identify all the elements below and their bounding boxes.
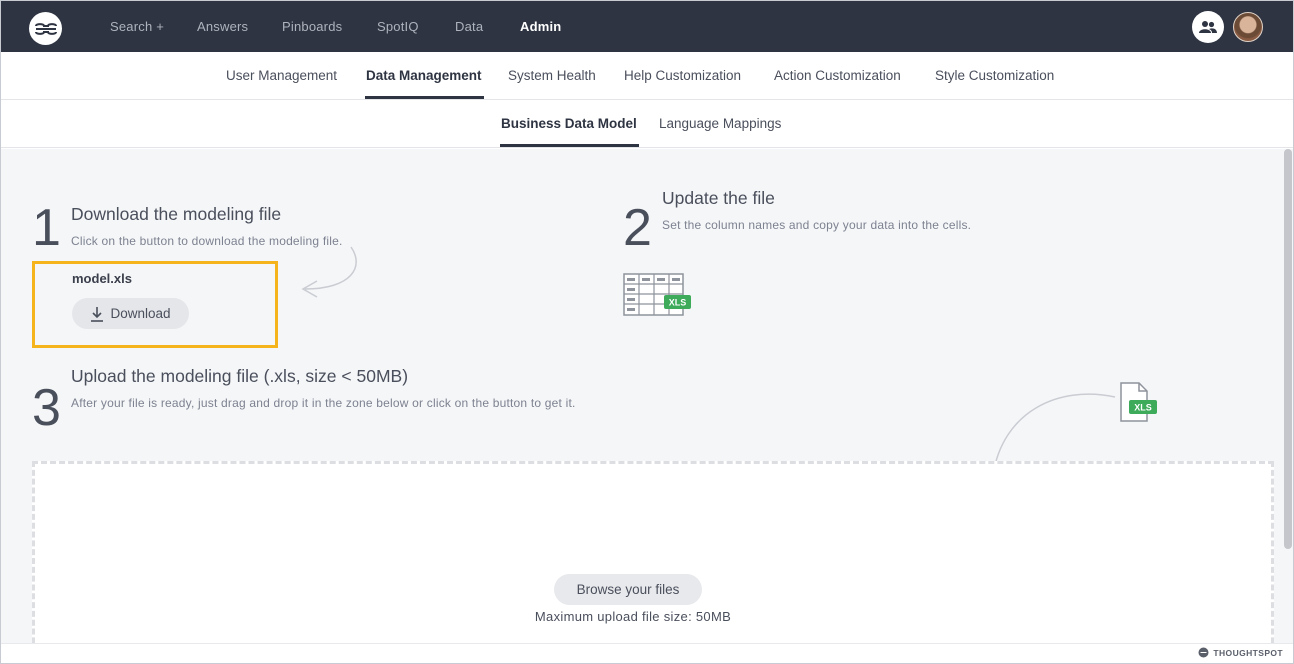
xls-badge: XLS [1134, 403, 1152, 413]
admin-tabs: User Management Data Management System H… [1, 52, 1293, 100]
upload-dropzone[interactable] [32, 461, 1274, 661]
xls-badge: XLS [669, 298, 687, 308]
model-file-name: model.xls [72, 271, 132, 286]
step-1-number: 1 [32, 199, 61, 257]
brand-label: THOUGHTSPOT [1213, 647, 1283, 658]
nav-answers[interactable]: Answers [197, 19, 248, 34]
download-button[interactable]: Download [72, 298, 189, 329]
tab-business-data-model[interactable]: Business Data Model [500, 116, 639, 147]
tab-system-health[interactable]: System Health [508, 68, 596, 83]
app-window: Search + Answers Pinboards SpotIQ Data A… [0, 0, 1294, 664]
nav-search[interactable]: Search + [110, 19, 164, 34]
active-tab-indicator [500, 144, 639, 147]
step-1-title: Download the modeling file [71, 204, 282, 224]
step-2-number: 2 [623, 199, 652, 257]
tab-label: Help Customization [624, 68, 742, 83]
top-nav: Search + Answers Pinboards SpotIQ Data A… [1, 1, 1293, 53]
tab-label: Data Management [366, 68, 482, 83]
thoughtspot-mini-logo-icon [1198, 647, 1209, 658]
max-upload-size-text: Maximum upload file size: 50MB [534, 609, 732, 624]
tab-label: Business Data Model [501, 116, 637, 131]
people-icon[interactable] [1192, 11, 1224, 43]
tab-help-customization[interactable]: Help Customization [624, 68, 741, 83]
active-tab-indicator [365, 96, 484, 99]
user-avatar[interactable] [1233, 12, 1263, 42]
tab-label: Style Customization [935, 68, 1055, 83]
thoughtspot-brand: THOUGHTSPOT [1198, 647, 1283, 658]
tab-style-customization[interactable]: Style Customization [935, 68, 1054, 83]
nav-pinboards[interactable]: Pinboards [282, 19, 342, 34]
browse-files-button[interactable]: Browse your files [554, 574, 702, 605]
step-2-title: Update the file [662, 188, 775, 208]
step-2-description: Set the column names and copy your data … [662, 218, 972, 232]
tab-label: User Management [226, 68, 338, 83]
tab-user-management[interactable]: User Management [226, 68, 337, 83]
thoughtspot-logo[interactable] [29, 12, 62, 45]
xls-file-icon: XLS [1120, 382, 1157, 422]
nav-admin[interactable]: Admin [520, 19, 562, 53]
curved-arrow-icon [301, 246, 357, 298]
step-3-description: After your file is ready, just drag and … [71, 396, 576, 410]
tab-action-customization[interactable]: Action Customization [774, 68, 901, 83]
step-3-number: 3 [32, 379, 61, 437]
nav-data[interactable]: Data [455, 19, 483, 34]
vertical-scrollbar[interactable] [1284, 149, 1292, 549]
tab-language-mappings[interactable]: Language Mappings [659, 116, 781, 131]
tab-label: System Health [508, 68, 596, 83]
tab-label: Language Mappings [659, 116, 782, 131]
tab-data-management[interactable]: Data Management [365, 68, 484, 99]
footer-bar [1, 643, 1293, 663]
step-3-title: Upload the modeling file (.xls, size < 5… [71, 366, 409, 386]
download-button-label: Download [110, 306, 171, 321]
nav-spotiq[interactable]: SpotIQ [377, 19, 419, 34]
tab-label: Action Customization [774, 68, 901, 83]
spreadsheet-icon: XLS [623, 273, 691, 316]
data-management-tabs: Business Data Model Language Mappings [1, 100, 1293, 148]
download-icon [91, 306, 104, 322]
